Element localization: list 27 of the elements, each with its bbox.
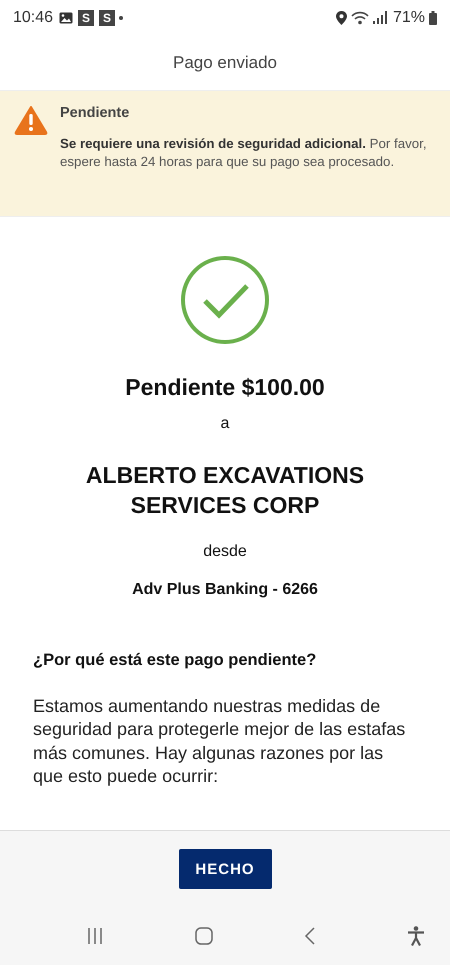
home-icon[interactable] <box>194 927 212 945</box>
battery-percent: 71% <box>392 8 425 26</box>
checkmark-circle-icon <box>180 255 270 345</box>
signal-icon <box>372 11 387 24</box>
warning-icon <box>14 105 48 135</box>
notification-badge: S <box>99 10 116 26</box>
notification-badge: S <box>78 10 94 26</box>
recent-apps-icon[interactable] <box>86 927 104 945</box>
alert-title: Pendiente <box>60 105 130 121</box>
payment-amount: Pendiente $100.00 <box>125 374 325 401</box>
screen-title: Pago enviado <box>173 52 277 72</box>
dot-icon <box>119 16 124 20</box>
to-label: a <box>220 415 230 433</box>
from-label: desde <box>203 542 247 561</box>
back-icon[interactable] <box>304 927 316 945</box>
battery-icon <box>429 10 437 24</box>
accessibility-icon[interactable] <box>406 926 424 946</box>
info-heading: ¿Por qué está este pago pendiente? <box>33 650 318 670</box>
done-button[interactable]: HECHO <box>178 849 272 889</box>
recipient-name: ALBERTO EXCAVATIONS SERVICES CORP <box>84 461 366 520</box>
alert-message: Se requiere una revisión de seguridad adicional. Por favor, espere hasta 24 horas para que su pago sea procesado. <box>60 135 428 171</box>
status-time: 10:46 <box>13 8 54 26</box>
info-paragraph: Estamos aumentando nuestras medidas de seguridad para protegerle mejor de las estafas más comunes. Hay algunas razones por las que esto puede ocurrir: <box>33 694 406 788</box>
image-icon <box>59 12 74 24</box>
account-name: Adv Plus Banking - 6266 <box>132 580 318 599</box>
wifi-icon <box>350 10 369 24</box>
location-icon <box>336 10 347 24</box>
